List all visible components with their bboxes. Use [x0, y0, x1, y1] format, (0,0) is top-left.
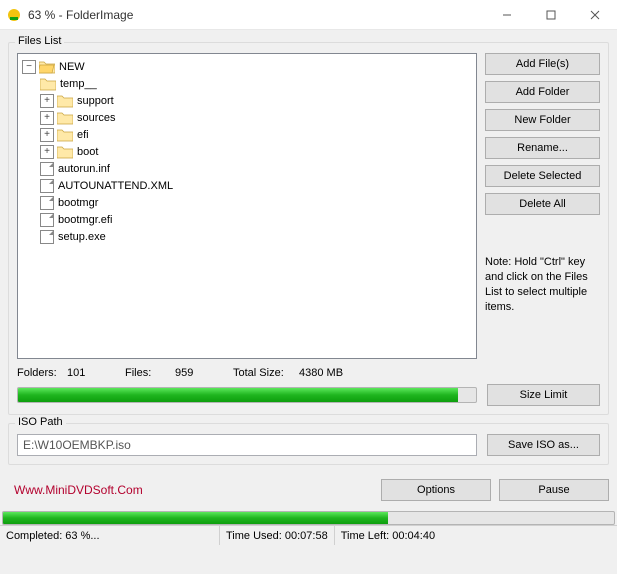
files-list-group: Files List −NEWtemp__+support+sources+ef…	[8, 42, 609, 415]
file-icon	[40, 162, 54, 176]
maximize-button[interactable]	[529, 0, 573, 29]
rename-button[interactable]: Rename...	[485, 137, 600, 159]
file-icon	[40, 196, 54, 210]
file-icon	[40, 213, 54, 227]
tree-folder[interactable]: + support	[40, 92, 474, 109]
tree-item-label: bootmgr.efi	[58, 214, 112, 226]
tree-item-label: support	[77, 95, 114, 107]
window-controls	[485, 0, 617, 29]
folders-value: 101	[67, 367, 119, 379]
collapse-icon[interactable]: −	[22, 60, 36, 74]
tree-file[interactable]: setup.exe	[40, 228, 474, 245]
tree-folder[interactable]: temp__	[40, 75, 474, 92]
expand-icon[interactable]: +	[40, 94, 54, 108]
status-time-left: Time Left: 00:04:40	[335, 526, 441, 545]
totalsize-value: 4380 MB	[299, 367, 351, 379]
expand-icon[interactable]: +	[40, 145, 54, 159]
add-files-button[interactable]: Add File(s)	[485, 53, 600, 75]
file-icon	[40, 230, 54, 244]
ctrl-note: Note: Hold "Ctrl" key and click on the F…	[485, 255, 600, 314]
close-button[interactable]	[573, 0, 617, 29]
delete-all-button[interactable]: Delete All	[485, 193, 600, 215]
pause-button[interactable]: Pause	[499, 479, 609, 501]
window-title: 63 % - FolderImage	[28, 8, 485, 22]
tree-folder[interactable]: + boot	[40, 143, 474, 160]
tree-file[interactable]: autorun.inf	[40, 160, 474, 177]
files-progress	[17, 387, 477, 403]
options-button[interactable]: Options	[381, 479, 491, 501]
tree-item-label: boot	[77, 146, 98, 158]
save-iso-button[interactable]: Save ISO as...	[487, 434, 600, 456]
tree-file[interactable]: bootmgr.efi	[40, 211, 474, 228]
bottom-row: Www.MiniDVDSoft.Com Options Pause	[0, 465, 617, 509]
files-label: Files:	[125, 367, 169, 379]
tree-item-label: bootmgr	[58, 197, 98, 209]
tree-item-label: temp__	[60, 78, 97, 90]
delete-selected-button[interactable]: Delete Selected	[485, 165, 600, 187]
status-time-used: Time Used: 00:07:58	[220, 526, 335, 545]
tree-folder[interactable]: + efi	[40, 126, 474, 143]
iso-path-group: ISO Path Save ISO as...	[8, 423, 609, 465]
tree-item-label: efi	[77, 129, 89, 141]
files-value: 959	[175, 367, 227, 379]
status-completed: Completed: 63 %...	[0, 526, 220, 545]
tree-item-label: setup.exe	[58, 231, 106, 243]
tree-folder[interactable]: + sources	[40, 109, 474, 126]
expand-icon[interactable]: +	[40, 128, 54, 142]
files-tree[interactable]: − NEW temp__ + support + sources + efi + boot autor…	[17, 53, 477, 359]
expand-icon[interactable]: +	[40, 111, 54, 125]
file-icon	[40, 179, 54, 193]
tree-item-label: NEW	[59, 61, 85, 73]
tree-folder-root[interactable]: − NEW	[22, 58, 474, 75]
titlebar: 63 % - FolderImage	[0, 0, 617, 30]
files-list-label: Files List	[15, 35, 64, 47]
totalsize-label: Total Size:	[233, 367, 293, 379]
new-folder-button[interactable]: New Folder	[485, 109, 600, 131]
tree-item-label: sources	[77, 112, 116, 124]
status-bar: Completed: 63 %... Time Used: 00:07:58 T…	[0, 525, 617, 545]
iso-path-input[interactable]	[17, 434, 477, 456]
app-icon	[6, 7, 22, 23]
folders-label: Folders:	[17, 367, 61, 379]
website-link[interactable]: Www.MiniDVDSoft.Com	[14, 483, 143, 497]
iso-path-label: ISO Path	[15, 416, 66, 428]
global-progress	[2, 511, 615, 525]
tree-item-label: AUTOUNATTEND.XML	[58, 180, 173, 192]
size-limit-button[interactable]: Size Limit	[487, 384, 600, 406]
counts-row: Folders: 101 Files: 959 Total Size: 4380…	[17, 367, 600, 379]
tree-file[interactable]: AUTOUNATTEND.XML	[40, 177, 474, 194]
tree-file[interactable]: bootmgr	[40, 194, 474, 211]
minimize-button[interactable]	[485, 0, 529, 29]
add-folder-button[interactable]: Add Folder	[485, 81, 600, 103]
tree-item-label: autorun.inf	[58, 163, 110, 175]
